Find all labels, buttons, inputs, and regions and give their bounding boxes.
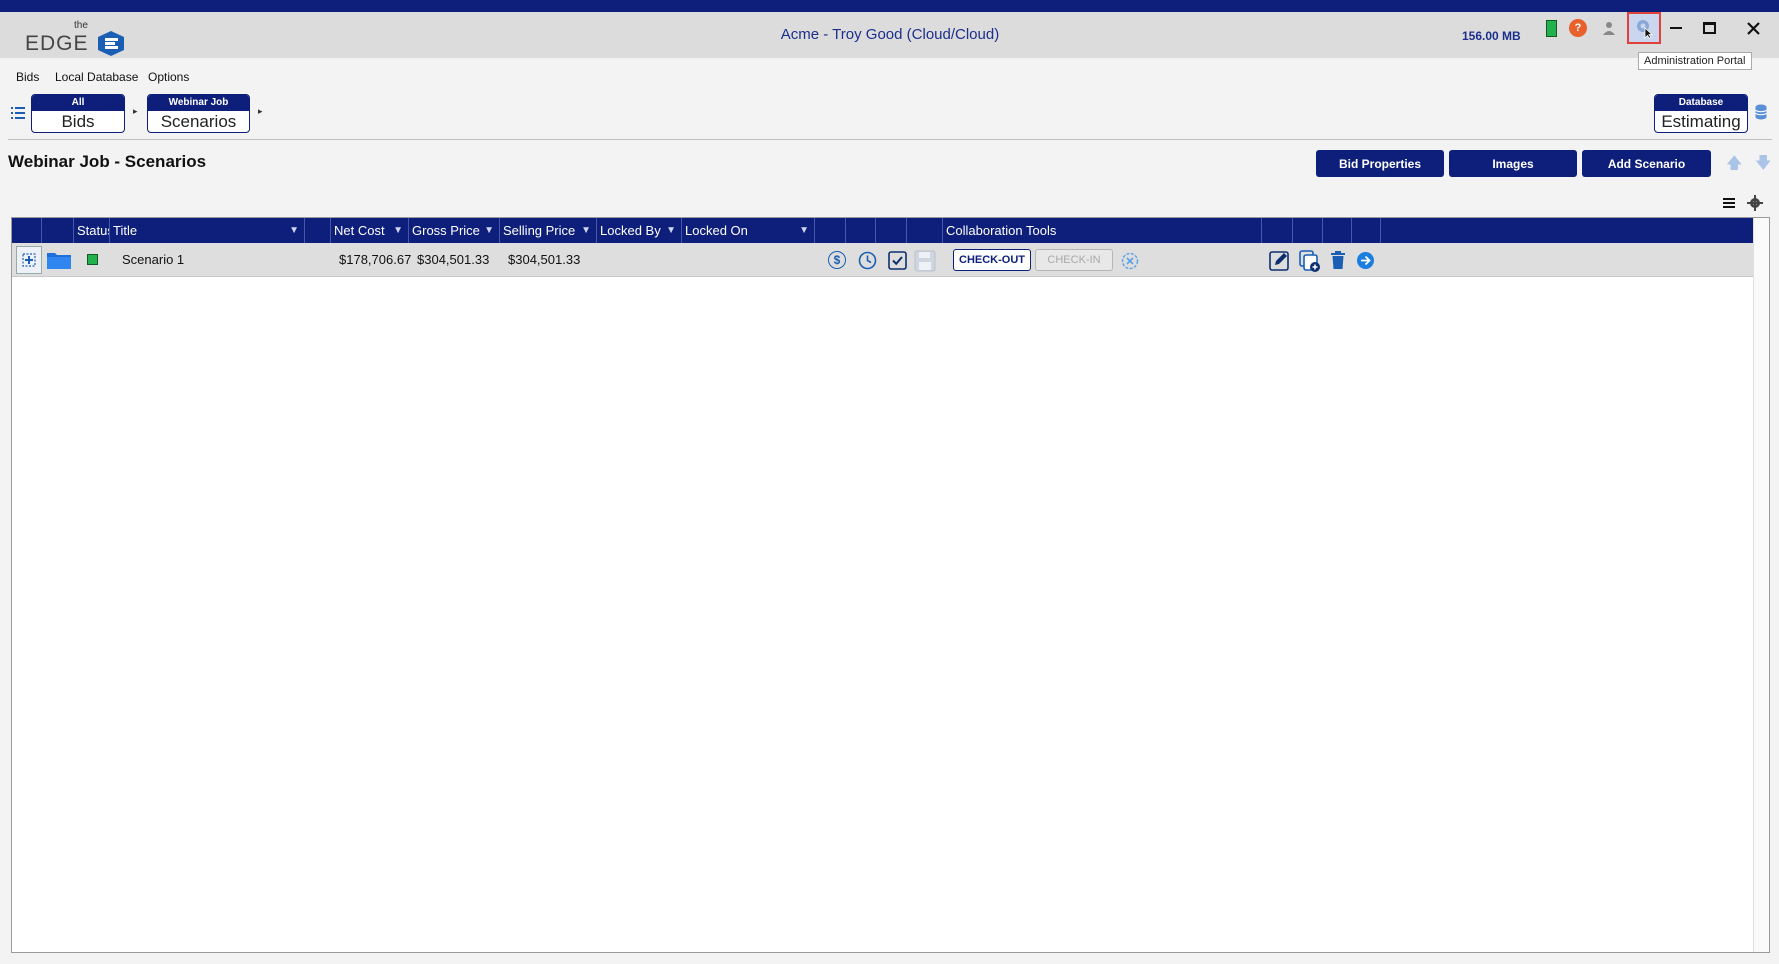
maximize-icon[interactable] <box>1694 14 1724 42</box>
delete-icon[interactable] <box>1330 251 1346 269</box>
close-icon[interactable] <box>1738 14 1768 42</box>
bid-properties-button[interactable]: Bid Properties <box>1316 150 1444 177</box>
header-title-label: Title <box>113 223 138 238</box>
header-selling-price[interactable]: Selling Price ▼ <box>500 218 597 243</box>
memory-usage: 156.00 MB <box>1462 29 1521 43</box>
divider <box>8 139 1772 140</box>
vertical-scrollbar[interactable] <box>1753 218 1769 952</box>
logo-the: the <box>74 20 88 31</box>
filter-icon[interactable]: ▼ <box>666 218 676 243</box>
breadcrumb-scenarios[interactable]: Webinar Job Scenarios <box>147 94 250 133</box>
open-arrow-icon[interactable] <box>1356 251 1375 270</box>
folder-icon[interactable] <box>47 251 71 269</box>
breadcrumb-chevron-icon: ▸ <box>133 106 138 116</box>
header-locked-on[interactable]: Locked On ▼ <box>682 218 815 243</box>
status-indicator <box>87 254 98 265</box>
header-blank <box>1293 218 1323 243</box>
breadcrumb-all-bids[interactable]: All Bids <box>31 94 125 133</box>
grid-header: Status Title ▼ Net Cost ▼ Gross Price ▼ Sel… <box>12 218 1753 243</box>
header-blank <box>305 218 331 243</box>
row-expand-icon[interactable] <box>16 246 42 274</box>
list-icon[interactable] <box>11 106 25 120</box>
header-collaboration-tools: Collaboration Tools <box>943 218 1262 243</box>
menu-bids[interactable]: Bids <box>16 70 39 84</box>
check-in-button[interactable]: CHECK-IN <box>1035 249 1113 271</box>
page-title: Webinar Job - Scenarios <box>8 152 207 171</box>
database-big-label: Estimating <box>1661 112 1741 131</box>
save-icon <box>914 250 936 272</box>
images-button[interactable]: Images <box>1449 150 1577 177</box>
edit-icon[interactable] <box>1269 250 1290 271</box>
menu-local-database[interactable]: Local Database <box>55 70 138 84</box>
header-blank <box>1323 218 1352 243</box>
header-collab-label: Collaboration Tools <box>946 223 1057 238</box>
header-net-cost-label: Net Cost <box>334 223 385 238</box>
header-locked-on-label: Locked On <box>685 223 748 238</box>
header-blank <box>907 218 943 243</box>
gear-icon[interactable] <box>1627 12 1661 44</box>
breadcrumb-big-label: Scenarios <box>160 112 237 131</box>
header-blank <box>815 218 846 243</box>
header-gross-price-label: Gross Price <box>412 223 480 238</box>
header-locked-by-label: Locked By <box>600 223 661 238</box>
filter-icon[interactable]: ▼ <box>484 218 494 243</box>
header-selling-price-label: Selling Price <box>503 223 576 238</box>
status-green-icon[interactable] <box>1536 14 1566 42</box>
logo-mark-icon <box>98 31 124 56</box>
scenario-title: Scenario 1 <box>122 252 185 267</box>
minimize-icon[interactable] <box>1661 14 1691 42</box>
header-expand <box>12 218 42 243</box>
selling-price-value: $304,501.33 <box>508 252 581 267</box>
move-down-icon[interactable]: 🡇 <box>1755 152 1771 179</box>
header-blank <box>876 218 907 243</box>
clock-icon[interactable] <box>858 251 877 270</box>
check-out-button[interactable]: CHECK-OUT <box>953 249 1031 271</box>
menu-options[interactable]: Options <box>148 70 189 84</box>
filter-icon[interactable]: ▼ <box>581 218 591 243</box>
user-icon[interactable] <box>1594 14 1624 42</box>
scenario-grid: Status Title ▼ Net Cost ▼ Gross Price ▼ Sel… <box>11 217 1770 953</box>
move-up-icon[interactable]: 🡅 <box>1726 152 1742 179</box>
window-top-strip <box>0 0 1779 12</box>
header-blank <box>846 218 876 243</box>
checkbox-icon[interactable] <box>888 251 907 270</box>
logo-word: EDGE <box>25 32 89 55</box>
help-icon[interactable]: ? <box>1563 14 1593 42</box>
header-title[interactable]: Title ▼ <box>110 218 305 243</box>
header-status-label: Status <box>77 223 109 238</box>
header-blank <box>1352 218 1381 243</box>
window-title: Acme - Troy Good (Cloud/Cloud) <box>780 26 1000 43</box>
copy-add-icon[interactable] <box>1298 249 1322 273</box>
title-bar: the EDGE Acme - Troy Good (Cloud/Cloud) … <box>0 12 1779 58</box>
breadcrumb-chevron-icon: ▸ <box>258 106 263 116</box>
breadcrumb-small-label: All <box>32 95 124 111</box>
filter-icon[interactable]: ▼ <box>393 218 403 243</box>
gross-price-value: $304,501.33 <box>417 252 490 267</box>
add-scenario-button[interactable]: Add Scenario <box>1582 150 1711 177</box>
tooltip: Administration Portal <box>1638 52 1752 70</box>
database-small-label: Database <box>1655 95 1747 111</box>
table-row[interactable]: Scenario 1 $178,706.67 $304,501.33 $304,… <box>12 243 1753 277</box>
breadcrumb-big-label: Bids <box>61 112 95 131</box>
grid-settings-icon[interactable] <box>1747 195 1763 211</box>
app-logo: the EDGE <box>24 16 134 58</box>
header-status[interactable]: Status <box>74 218 110 243</box>
header-locked-by[interactable]: Locked By ▼ <box>597 218 682 243</box>
net-cost-value: $178,706.67 <box>339 252 412 267</box>
header-net-cost[interactable]: Net Cost ▼ <box>331 218 409 243</box>
database-selector[interactable]: Database Estimating <box>1654 94 1748 133</box>
header-gross-price[interactable]: Gross Price ▼ <box>409 218 500 243</box>
header-blank <box>1262 218 1293 243</box>
breadcrumb-small-label: Webinar Job <box>148 95 249 111</box>
filter-icon[interactable]: ▼ <box>799 218 809 243</box>
column-menu-icon[interactable] <box>1722 196 1736 210</box>
dollar-icon[interactable]: $ <box>828 251 846 269</box>
cancel-checkout-icon[interactable] <box>1121 252 1139 270</box>
header-folder <box>42 218 74 243</box>
filter-icon[interactable]: ▼ <box>289 218 299 243</box>
database-icon[interactable] <box>1755 104 1767 120</box>
